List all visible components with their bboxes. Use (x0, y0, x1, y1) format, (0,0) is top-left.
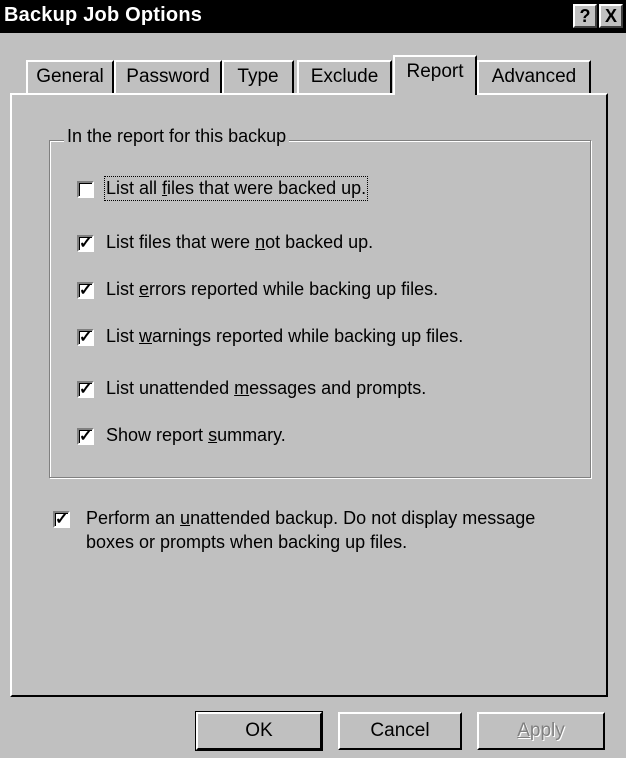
close-button[interactable]: X (599, 4, 623, 28)
show-report-summary-checkbox[interactable]: ✓ (77, 428, 94, 445)
list-unattended-messages-checkbox[interactable]: ✓ (77, 381, 94, 398)
list-all-files-checkbox[interactable] (77, 181, 94, 198)
title-bar: Backup Job Options ? X (0, 0, 626, 33)
list-errors-checkbox[interactable]: ✓ (77, 282, 94, 299)
list-all-files-label[interactable]: List all files that were backed up. (103, 176, 369, 201)
list-not-backed-up-label[interactable]: List files that were not backed up. (106, 232, 373, 253)
tab-exclude[interactable]: Exclude (297, 60, 392, 94)
tab-report[interactable]: Report (393, 55, 477, 95)
tab-advanced[interactable]: Advanced (477, 60, 591, 94)
help-button[interactable]: ? (573, 4, 597, 28)
ok-button[interactable]: OK (195, 711, 323, 751)
unattended-backup-label-line1[interactable]: Perform an unattended backup. Do not dis… (86, 508, 535, 529)
cancel-button[interactable]: Cancel (338, 712, 462, 750)
list-warnings-label[interactable]: List warnings reported while backing up … (106, 326, 463, 347)
apply-button[interactable]: Apply (477, 712, 605, 750)
tab-password[interactable]: Password (114, 60, 222, 94)
list-warnings-checkbox[interactable]: ✓ (77, 329, 94, 346)
list-not-backed-up-checkbox[interactable]: ✓ (77, 235, 94, 252)
tab-general[interactable]: General (26, 60, 114, 94)
unattended-backup-label-line2[interactable]: boxes or prompts when backing up files. (86, 532, 407, 553)
window-title: Backup Job Options (4, 4, 203, 26)
active-tab-connector (395, 93, 475, 96)
report-group-legend: In the report for this backup (64, 126, 290, 147)
list-unattended-messages-label[interactable]: List unattended messages and prompts. (106, 378, 426, 399)
tab-type[interactable]: Type (222, 60, 294, 94)
unattended-backup-checkbox[interactable]: ✓ (53, 511, 70, 528)
show-report-summary-label[interactable]: Show report summary. (106, 425, 286, 446)
list-errors-label[interactable]: List errors reported while backing up fi… (106, 279, 438, 300)
